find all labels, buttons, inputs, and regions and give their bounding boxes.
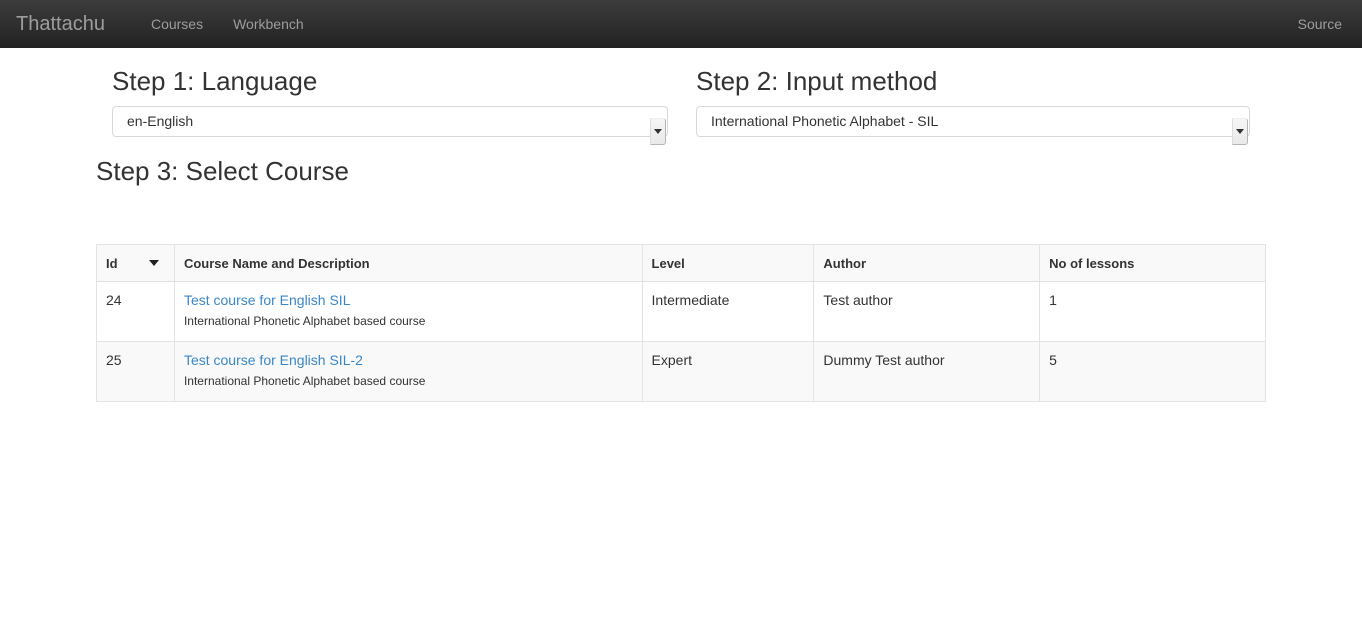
input-method-select[interactable]: International Phonetic Alphabet - SIL [696,106,1250,137]
cell-lessons: 5 [1039,341,1266,402]
nav-item-courses[interactable]: Courses [136,0,218,48]
table-row[interactable]: 25 Test course for English SIL-2 Interna… [96,341,1266,402]
navbar-links: Courses Workbench [136,0,319,48]
nav-item-workbench[interactable]: Workbench [218,0,319,48]
cell-lessons: 1 [1039,281,1266,342]
column-header-id-label: Id [106,255,118,271]
column-header-level[interactable]: Level [642,244,815,282]
cell-name: Test course for English SIL-2 Internatio… [174,341,643,402]
course-id: 24 [106,292,122,308]
course-author: Test author [823,292,893,308]
step2-heading: Step 2: Input method [696,66,938,96]
course-table-body: 24 Test course for English SIL Internati… [96,281,1266,402]
table-row[interactable]: 24 Test course for English SIL Internati… [96,281,1266,342]
course-level: Expert [651,352,692,368]
course-author: Dummy Test author [823,352,945,368]
course-level: Intermediate [651,292,730,308]
cell-id: 24 [96,281,175,342]
steps-row: Step 1: Language en-English Step 2: Inpu… [0,48,1362,145]
course-table-container: Id Course Name and Description Level Aut… [96,244,1266,402]
step1-heading: Step 1: Language [112,66,318,96]
course-id: 25 [106,352,122,368]
cell-level: Expert [642,341,815,402]
cell-level: Intermediate [642,281,815,342]
course-table: Id Course Name and Description Level Aut… [96,244,1266,402]
nav-item-source[interactable]: Source [1283,0,1362,48]
column-header-author[interactable]: Author [813,244,1041,282]
course-description: International Phonetic Alphabet based co… [183,374,426,388]
language-select[interactable]: en-English [112,106,668,137]
cell-id: 25 [96,341,175,402]
course-lessons: 5 [1049,352,1057,368]
table-header-row: Id Course Name and Description Level Aut… [96,244,1266,282]
navbar-right-group: Source [1283,0,1362,48]
course-table-head: Id Course Name and Description Level Aut… [96,244,1266,282]
cell-author: Test author [813,281,1041,342]
top-navbar: Thattachu Courses Workbench Source [0,0,1362,48]
brand-logo[interactable]: Thattachu [0,14,120,34]
course-lessons: 1 [1049,292,1057,308]
course-link[interactable]: Test course for English SIL-2 [184,352,363,369]
column-header-id[interactable]: Id [96,244,175,282]
step2-group: Step 2: Input method International Phone… [696,66,1250,145]
step1-group: Step 1: Language en-English [112,66,668,145]
step3-heading: Step 3: Select Course [96,156,349,186]
page-content: Step 1: Language en-English Step 2: Inpu… [0,48,1362,402]
input-method-select-wrap: International Phonetic Alphabet - SIL [696,106,1250,145]
course-description: International Phonetic Alphabet based co… [183,314,426,328]
column-header-name[interactable]: Course Name and Description [174,244,643,282]
cell-author: Dummy Test author [813,341,1041,402]
cell-name: Test course for English SIL Internationa… [174,281,643,342]
language-select-wrap: en-English [112,106,668,145]
column-header-lessons[interactable]: No of lessons [1039,244,1266,282]
sort-chevron-down-icon[interactable] [148,260,159,266]
course-link[interactable]: Test course for English SIL [184,292,351,309]
